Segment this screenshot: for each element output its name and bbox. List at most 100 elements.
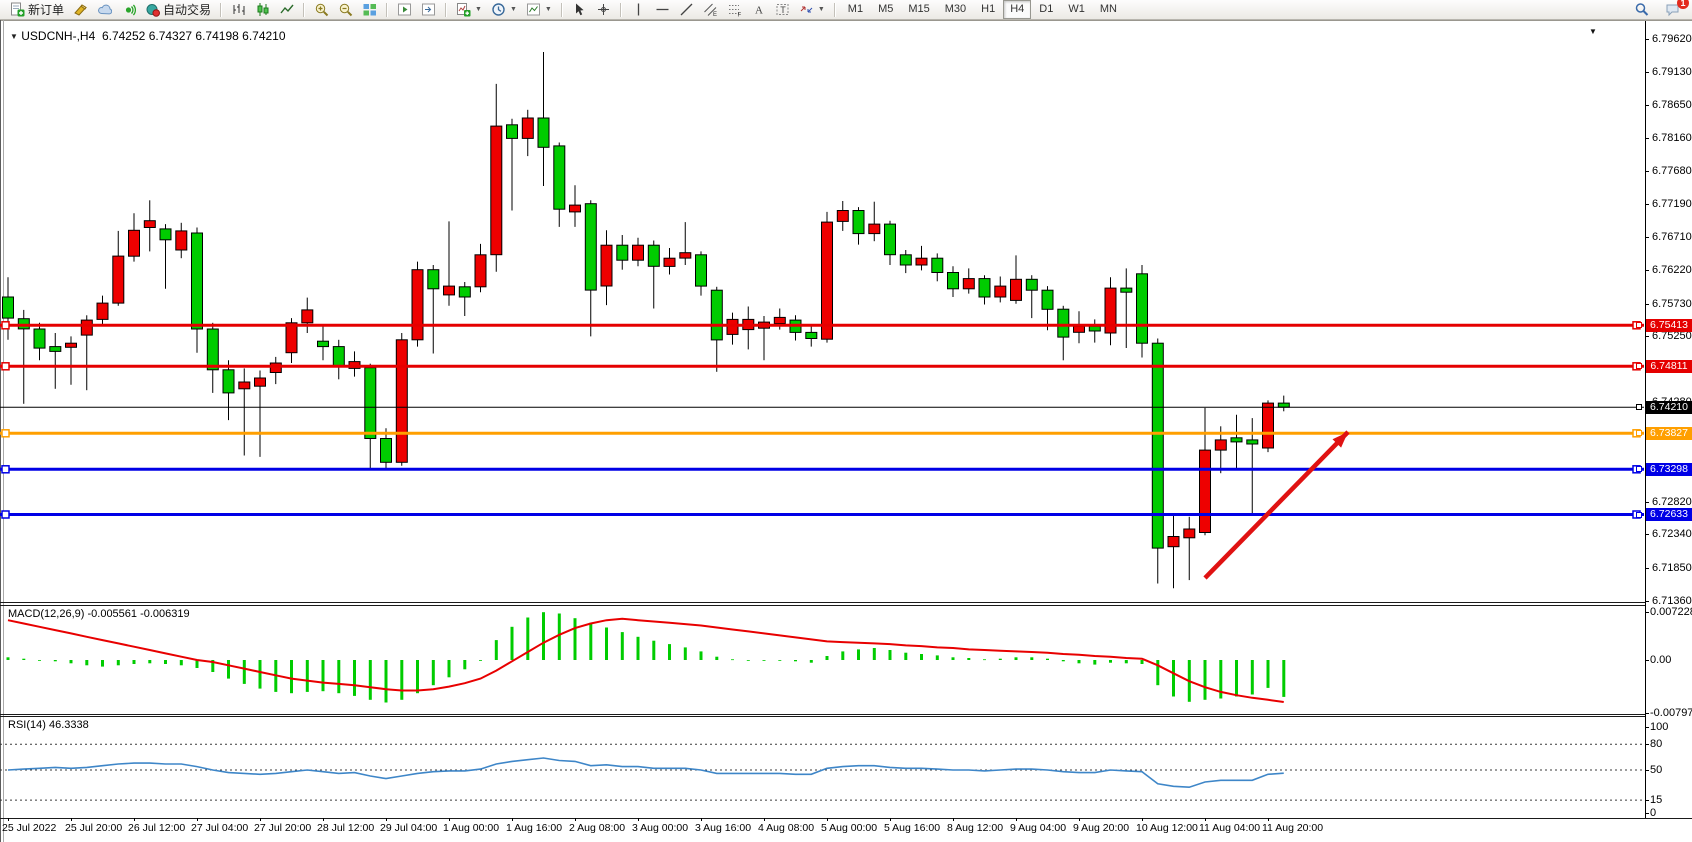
time-label[interactable]: 27 Jul 20:00	[254, 822, 311, 834]
time-label[interactable]: 9 Aug 04:00	[1010, 822, 1066, 834]
macd-histogram-bar	[495, 640, 498, 660]
timeframe-button-d1[interactable]: D1	[1032, 0, 1060, 19]
time-label[interactable]: 27 Jul 04:00	[191, 822, 248, 834]
timeframe-button-mn[interactable]: MN	[1093, 0, 1124, 19]
pane-separator[interactable]	[0, 605, 1645, 606]
chart-line-icon	[279, 2, 294, 17]
price-tick-label: 6.76710	[1652, 231, 1692, 243]
time-label[interactable]: 5 Aug 00:00	[821, 822, 877, 834]
time-label[interactable]: 26 Jul 12:00	[128, 822, 185, 834]
channel-icon: E	[703, 2, 718, 17]
candle-body	[1011, 279, 1022, 300]
pane-separator[interactable]	[0, 716, 1645, 717]
badge-marker	[1636, 363, 1642, 369]
signals-button[interactable]	[117, 0, 140, 20]
timeframe-button-h4[interactable]: H4	[1003, 0, 1031, 19]
time-label[interactable]: 9 Aug 20:00	[1073, 822, 1129, 834]
time-label[interactable]: 11 Aug 04:00	[1199, 822, 1260, 834]
candle-body	[1042, 290, 1053, 309]
time-label[interactable]: 25 Jul 2022	[2, 822, 56, 834]
timeframe-button-m1[interactable]: M1	[841, 0, 870, 19]
label-button[interactable]: T	[771, 0, 794, 20]
candle-body	[979, 279, 990, 297]
macd-pane[interactable]	[0, 605, 1644, 714]
time-label[interactable]: 4 Aug 08:00	[758, 822, 814, 834]
time-label[interactable]: 25 Jul 20:00	[65, 822, 122, 834]
period-button[interactable]: ▼	[487, 0, 521, 20]
pane-separator[interactable]	[0, 602, 1645, 603]
candle-body	[554, 146, 565, 209]
cursor-button[interactable]	[568, 0, 591, 20]
time-label[interactable]: 3 Aug 16:00	[695, 822, 751, 834]
line-handle[interactable]	[2, 363, 9, 370]
time-label[interactable]: 1 Aug 16:00	[506, 822, 562, 834]
candle-body	[806, 332, 817, 338]
time-label[interactable]: 29 Jul 04:00	[380, 822, 437, 834]
shapes-button[interactable]: ▼	[795, 0, 829, 20]
time-label[interactable]: 1 Aug 00:00	[443, 822, 499, 834]
time-tick	[827, 818, 828, 821]
timeframe-button-h1[interactable]: H1	[974, 0, 1002, 19]
time-label[interactable]: 3 Aug 00:00	[632, 822, 688, 834]
signal-icon	[121, 2, 136, 17]
hline-button[interactable]	[651, 0, 674, 20]
macd-histogram-bar	[1078, 660, 1081, 663]
vline-button[interactable]	[627, 0, 650, 20]
time-label[interactable]: 2 Aug 08:00	[569, 822, 625, 834]
macd-histogram-bar	[85, 660, 88, 665]
autotrade-button[interactable]: 自动交易	[141, 0, 215, 20]
template-button[interactable]: ▼	[522, 0, 556, 20]
candle-body	[255, 378, 266, 386]
profile-prev-icon	[421, 2, 436, 17]
indicators-button[interactable]: ▼	[452, 0, 486, 20]
time-label[interactable]: 5 Aug 16:00	[884, 822, 940, 834]
macd-histogram-bar	[747, 660, 750, 661]
timeframe-button-w1[interactable]: W1	[1061, 0, 1092, 19]
svg-text:T: T	[780, 5, 786, 15]
fibonacci-button[interactable]: F	[723, 0, 746, 20]
profile-prev-button[interactable]	[417, 0, 440, 20]
price-tick-label: 6.75730	[1652, 298, 1692, 310]
trend-arrow-line[interactable]	[1205, 432, 1348, 578]
rsi-pane[interactable]	[0, 717, 1644, 818]
macd-histogram-bar	[621, 632, 624, 660]
tile-windows-button[interactable]	[358, 0, 381, 20]
publish-button[interactable]	[93, 0, 116, 20]
candle-body	[459, 287, 470, 297]
macd-histogram-bar	[1172, 660, 1175, 697]
time-label[interactable]: 10 Aug 12:00	[1136, 822, 1198, 834]
time-label[interactable]: 11 Aug 20:00	[1262, 822, 1323, 834]
macd-histogram-bar	[7, 657, 10, 660]
time-label[interactable]: 28 Jul 12:00	[317, 822, 374, 834]
chisel-button[interactable]	[69, 0, 92, 20]
timeframe-button-m5[interactable]: M5	[871, 0, 900, 19]
line-handle[interactable]	[2, 430, 9, 437]
search-button[interactable]	[1630, 0, 1653, 20]
toolbar-separator	[386, 3, 388, 17]
line-handle[interactable]	[2, 511, 9, 518]
candle-body	[3, 297, 14, 318]
crosshair-button[interactable]	[592, 0, 615, 20]
line-handle[interactable]	[2, 322, 9, 329]
macd-histogram-bar	[1235, 660, 1238, 697]
new-order-button[interactable]: 新订单	[6, 0, 68, 20]
timeframe-button-m30[interactable]: M30	[938, 0, 973, 19]
text-button[interactable]: A	[747, 0, 770, 20]
candle-body	[160, 229, 171, 240]
candle-body	[1074, 326, 1085, 332]
main-chart-pane[interactable]	[0, 28, 1644, 602]
candle-chart-button[interactable]	[251, 0, 274, 20]
time-label[interactable]: 8 Aug 12:00	[947, 822, 1003, 834]
profile-next-button[interactable]	[393, 0, 416, 20]
notifications-button[interactable]: 1	[1661, 0, 1684, 20]
trendline-button[interactable]	[675, 0, 698, 20]
line-chart-button[interactable]	[275, 0, 298, 20]
channel-button[interactable]: E	[699, 0, 722, 20]
pane-separator[interactable]	[0, 714, 1645, 715]
bar-chart-button[interactable]	[227, 0, 250, 20]
timeframe-button-m15[interactable]: M15	[901, 0, 936, 19]
macd-histogram-bar	[1030, 657, 1033, 660]
zoom-in-button[interactable]	[310, 0, 333, 20]
line-handle[interactable]	[2, 466, 9, 473]
zoom-out-button[interactable]	[334, 0, 357, 20]
